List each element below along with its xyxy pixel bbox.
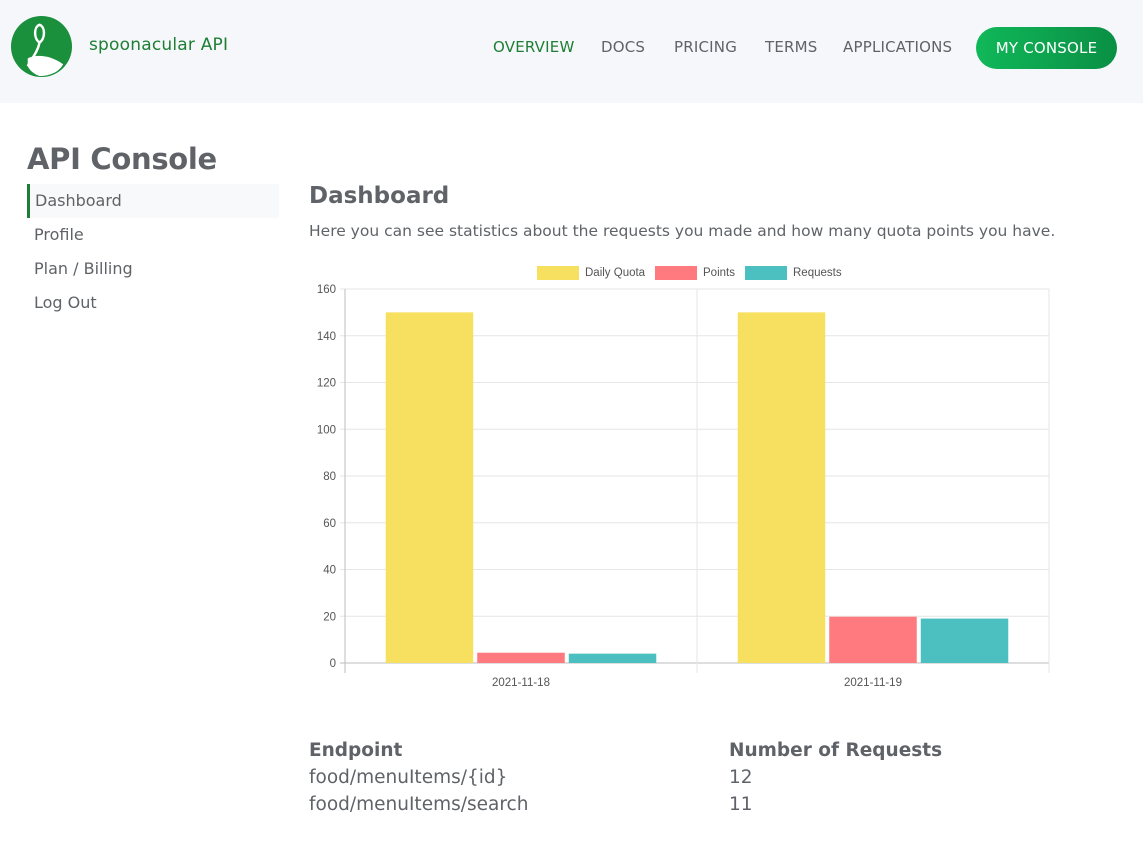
nav-terms[interactable]: TERMS <box>765 38 818 56</box>
bar <box>568 653 657 663</box>
table-header-endpoint: Endpoint <box>309 740 403 761</box>
bar <box>737 312 826 663</box>
bar <box>477 652 565 663</box>
sidebar-item-dashboard[interactable]: Dashboard <box>27 184 279 218</box>
y-tick-label: 0 <box>330 658 336 670</box>
table-cell-endpoint: food/menuItems/search <box>309 794 529 815</box>
y-tick-label: 20 <box>323 611 336 623</box>
y-tick-label: 80 <box>323 471 336 483</box>
y-tick-label: 160 <box>317 284 336 296</box>
sidebar-item-plan-billing[interactable]: Plan / Billing <box>27 252 279 286</box>
table-cell-requests: 11 <box>729 794 753 815</box>
y-tick-label: 60 <box>323 518 336 530</box>
legend-swatch <box>655 266 697 280</box>
dashboard-description: Here you can see statistics about the re… <box>309 222 1056 240</box>
x-tick-label: 2021-11-18 <box>492 677 550 688</box>
top-navigation-bar: spoonacular API OVERVIEW DOCS PRICING TE… <box>0 0 1143 103</box>
page-title: API Console <box>27 142 217 176</box>
dashboard-heading: Dashboard <box>309 183 450 209</box>
bar <box>920 618 1009 663</box>
table-cell-endpoint: food/menuItems/{id} <box>309 767 508 788</box>
y-tick-label: 100 <box>317 424 336 436</box>
legend-label: Daily Quota <box>585 267 646 279</box>
y-tick-label: 40 <box>323 565 336 577</box>
bar <box>385 312 474 663</box>
legend-label: Requests <box>793 267 842 279</box>
chart-canvas: 0 20 40 60 80 100 120 140 160 2021-11-18 2021-11-1… <box>317 266 1050 688</box>
usage-bar-chart: 0 20 40 60 80 100 120 140 160 2021-11-18 2021-11-1… <box>300 258 1060 688</box>
legend-label: Points <box>703 267 735 279</box>
table-cell-requests: 12 <box>729 767 753 788</box>
y-tick-label: 120 <box>317 378 336 390</box>
sidebar-item-profile[interactable]: Profile <box>27 218 279 252</box>
y-tick-label: 140 <box>317 331 336 343</box>
spoonacular-logo-icon[interactable] <box>10 15 73 78</box>
nav-overview[interactable]: OVERVIEW <box>493 38 574 56</box>
legend-swatch <box>745 266 787 280</box>
nav-pricing[interactable]: PRICING <box>674 38 737 56</box>
nav-applications[interactable]: APPLICATIONS <box>843 38 952 56</box>
x-tick-label: 2021-11-19 <box>844 677 902 688</box>
my-console-button[interactable]: MY CONSOLE <box>976 27 1117 69</box>
sidebar-item-log-out[interactable]: Log Out <box>27 286 279 320</box>
bar <box>829 616 917 663</box>
nav-docs[interactable]: DOCS <box>601 38 645 56</box>
brand-name[interactable]: spoonacular API <box>89 35 228 55</box>
legend-swatch <box>537 266 579 280</box>
table-header-requests: Number of Requests <box>729 740 943 761</box>
